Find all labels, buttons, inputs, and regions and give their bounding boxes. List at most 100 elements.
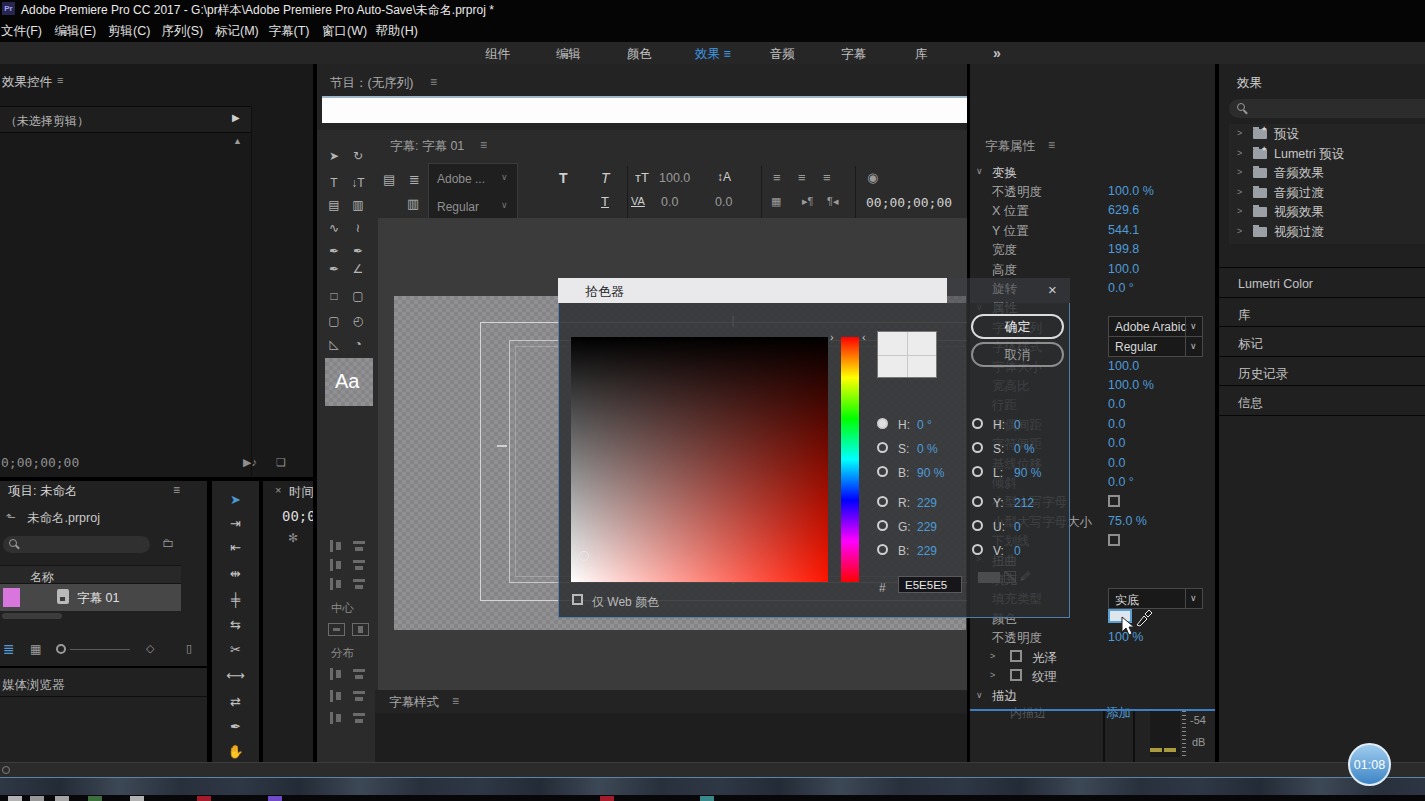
tool-ripple-edit[interactable]: ⇹ [212,565,259,583]
radio-value[interactable]: 0 [1014,520,1021,534]
titler-vertical-path-type-tool[interactable]: ≀ [349,220,367,236]
titler-wedge-tool[interactable]: ◺ [325,336,343,352]
radio-icon[interactable] [877,466,888,477]
taskbar-icon-5[interactable] [197,796,211,801]
menu-8[interactable]: 帮助(H) [376,23,418,40]
fx-tree-row-Lumetri 预设[interactable]: >★Lumetri 预设 [1229,144,1425,164]
dist-top-icon[interactable] [352,668,368,680]
radio-value[interactable]: 212 [1014,496,1034,510]
titler-vertical-type-tool[interactable]: ↓T [349,175,367,191]
stroke-add-link[interactable]: 添加 [1106,705,1131,722]
align-vcenter-objects-icon[interactable] [352,559,368,571]
tool-selection[interactable]: ➤ [212,491,259,509]
align-left-objects-icon[interactable] [328,540,344,552]
titler-rounded-rect-tool[interactable]: ▢ [349,288,367,304]
workspace-tab-音频[interactable]: 音频 [770,46,795,63]
dist-left-icon[interactable] [328,668,344,680]
dist-right-icon[interactable] [328,712,344,724]
radio-value[interactable]: 0 [1014,418,1021,432]
workspace-tab-库[interactable]: 库 [915,46,928,63]
prop-checkbox[interactable] [1010,669,1022,681]
dist-hcenter-icon[interactable] [328,690,344,702]
workspace-tab-字幕[interactable]: 字幕 [841,46,866,63]
taskbar-icon-7[interactable] [600,796,614,801]
tool-slide[interactable]: ⇄ [212,693,259,711]
prop-checkbox[interactable] [1108,495,1120,507]
radio-value[interactable]: 0 % [1014,442,1035,456]
taskbar-icon-8[interactable] [700,796,714,801]
workspace-tab-组件[interactable]: 组件 [485,46,510,63]
fx-tree-row-预设[interactable]: >★预设 [1229,124,1425,144]
fx-tree-row-音频过渡[interactable]: >音频过渡 [1229,183,1425,203]
titler-type-tool[interactable]: T [325,175,343,191]
project-item-row[interactable]: 字幕 01 [0,584,181,611]
tool-razor[interactable]: ✂ [212,641,259,659]
prop-value[interactable]: 0.0 [1108,436,1125,450]
tool-slip[interactable]: ⟷ [212,667,259,685]
prop-value[interactable]: 0.0 ° [1108,281,1134,295]
radio-value[interactable]: 0 [1014,544,1021,558]
timeline-close-icon[interactable]: × [275,484,281,496]
tool-track-select-forward[interactable]: ⇥ [212,515,259,533]
radio-icon[interactable] [972,520,983,531]
radio-icon[interactable] [972,544,983,555]
prop-value[interactable]: 0.0 [1108,397,1125,411]
align-right-objects-icon[interactable] [328,578,344,590]
fx-tree-row-音频效果[interactable]: >音频效果 [1229,163,1425,183]
titler-delete-anchor-tool[interactable]: ✒ [349,243,367,259]
prop-value[interactable]: 0.0 ° [1108,475,1134,489]
titler-convert-anchor-tool[interactable]: ∠ [349,261,367,277]
radio-value[interactable]: 90 % [1014,466,1041,480]
radio-value[interactable]: 0 ° [917,418,932,432]
titler-path-type-tool[interactable]: ∿ [325,220,343,236]
prop-value[interactable]: 544.1 [1108,223,1139,237]
prop-checkbox[interactable] [1108,534,1120,546]
radio-value[interactable]: 90 % [917,466,944,480]
titler-add-anchor-tool[interactable]: ✒ [325,261,343,277]
titler-area-type-tool[interactable]: ▤ [325,197,343,213]
center-vertical-icon[interactable] [352,623,369,636]
radio-icon[interactable] [877,544,888,555]
name-column-header[interactable]: 名称 [0,565,181,584]
radio-icon[interactable] [972,418,983,429]
menu-6[interactable]: 字幕(T) [269,23,310,40]
titler-round-rect2-tool[interactable]: ◴ [349,313,367,329]
fx-tree-row-视频效果[interactable]: >视频效果 [1229,202,1425,222]
hue-slider[interactable] [841,337,859,582]
taskbar-icon-4[interactable] [130,796,144,801]
taskbar-icon-2[interactable] [55,796,69,801]
prop-value[interactable]: 100.0 % [1108,378,1154,392]
taskbar-icon-3[interactable] [88,796,102,801]
style-preview-swatch[interactable]: Aa [325,358,373,406]
picker-close-icon[interactable]: × [1048,281,1057,298]
dist-vcenter-icon[interactable] [352,690,368,702]
taskbar-icon-1[interactable] [30,796,44,801]
tool-rate-stretch[interactable]: ⇆ [212,616,259,634]
menu-1[interactable]: 文件(F) [1,23,42,40]
radio-value[interactable]: 229 [917,520,937,534]
picker-ok-button[interactable]: 确定 [971,314,1064,339]
fx-tree-row-视频过渡[interactable]: >视频过渡 [1229,222,1425,242]
picker-cancel-button[interactable]: 取消 [971,342,1064,367]
web-only-checkbox[interactable] [572,594,583,605]
prop-value[interactable]: 100.0 % [1108,184,1154,198]
effects-search-field[interactable] [1229,99,1425,118]
prop-dropdown[interactable]: 实底∨ [1108,588,1203,609]
titler-rotation-tool[interactable]: ↻ [349,148,367,164]
taskbar-icon-0[interactable] [8,796,22,801]
radio-icon[interactable] [972,466,983,477]
titler-selection-tool[interactable]: ➤ [325,148,343,164]
tool-track-select-backward[interactable]: ⇤ [212,539,259,557]
item-color-swatch[interactable] [3,588,20,607]
zoom-slider-track[interactable] [70,649,130,650]
prop-value[interactable]: 100.0 [1108,262,1139,276]
project-search-field[interactable] [3,536,150,553]
workspace-tab-颜色[interactable]: 颜色 [627,46,652,63]
radio-icon[interactable] [877,418,888,429]
radio-value[interactable]: 229 [917,496,937,510]
prop-dropdown[interactable]: Adobe Arabic∨ [1108,316,1203,337]
menu-3[interactable]: 剪辑(C) [108,23,150,40]
hex-field[interactable]: E5E5E5 [898,576,962,593]
radio-icon[interactable] [877,496,888,507]
taskbar-icon-6[interactable] [268,796,282,801]
